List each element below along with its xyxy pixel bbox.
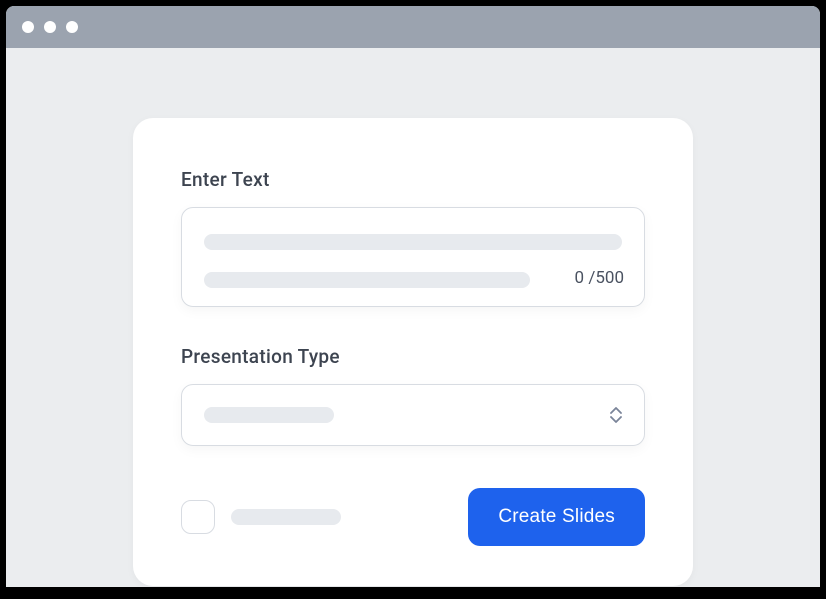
window-control-close[interactable] (22, 21, 34, 33)
chevron-up-down-icon (610, 407, 622, 423)
select-placeholder (204, 407, 334, 423)
form-footer: Create Slides (181, 488, 645, 546)
option-checkbox[interactable] (181, 500, 215, 534)
checkbox-option (181, 500, 341, 534)
text-input[interactable]: 0 /500 (181, 207, 645, 307)
content-area: Enter Text 0 /500 Presentation Type (6, 48, 820, 586)
window-title-bar (6, 6, 820, 48)
window-control-maximize[interactable] (66, 21, 78, 33)
text-placeholder-line (204, 234, 622, 250)
window-control-minimize[interactable] (44, 21, 56, 33)
create-slides-button[interactable]: Create Slides (468, 488, 645, 546)
checkbox-label-placeholder (231, 509, 341, 525)
presentation-type-label: Presentation Type (181, 345, 645, 368)
browser-window: Enter Text 0 /500 Presentation Type (6, 6, 820, 587)
presentation-type-select[interactable] (181, 384, 645, 446)
character-counter: 0 /500 (575, 268, 624, 288)
enter-text-label: Enter Text (181, 168, 645, 191)
form-card: Enter Text 0 /500 Presentation Type (133, 118, 693, 586)
text-placeholder-line (204, 272, 530, 288)
